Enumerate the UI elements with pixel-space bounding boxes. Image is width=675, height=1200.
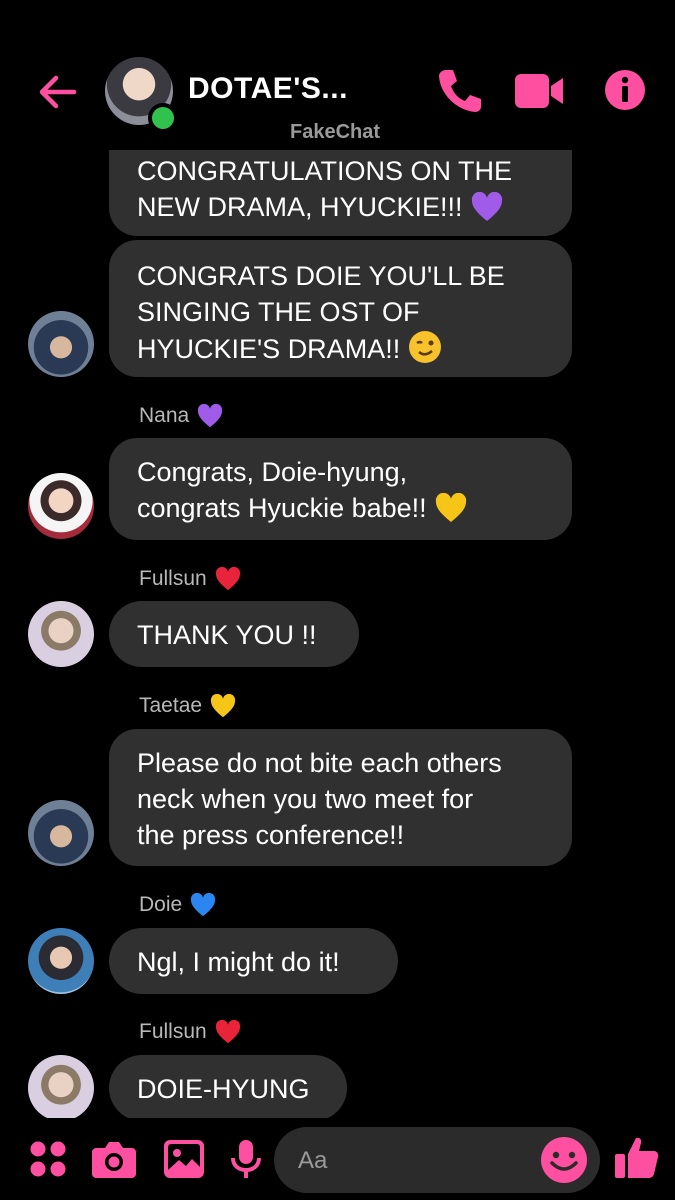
message-line: Congrats, Doie-hyung, — [137, 457, 408, 487]
avatar[interactable] — [28, 311, 94, 377]
online-status-icon — [148, 103, 178, 133]
camera-icon[interactable] — [92, 1140, 136, 1178]
message-bubble[interactable]: CONGRATS DOIE YOU'LL BE SINGING THE OST … — [109, 240, 572, 377]
message-bubble[interactable]: Ngl, I might do it! — [109, 928, 398, 994]
apps-icon[interactable] — [29, 1140, 67, 1178]
back-arrow-icon[interactable] — [34, 68, 82, 116]
avatar[interactable] — [28, 601, 94, 667]
gallery-icon[interactable] — [164, 1140, 204, 1178]
message-line: congrats Hyuckie babe!! — [137, 490, 544, 526]
phone-icon[interactable] — [436, 66, 482, 114]
chat-header: DOTAE'S... FakeChat — [0, 0, 675, 150]
message-line: CONGRATS DOIE YOU'LL BE — [137, 261, 505, 291]
sender-name: Fullsun — [139, 567, 241, 591]
info-icon[interactable] — [604, 69, 646, 111]
emoji-icon[interactable] — [539, 1135, 589, 1185]
microphone-icon[interactable] — [229, 1138, 263, 1180]
message-line: DOIE-HYUNG — [137, 1074, 310, 1104]
chat-area[interactable]: CONGRATULATIONS ON THE NEW DRAMA, HYUCKI… — [0, 0, 675, 1118]
like-icon[interactable] — [614, 1134, 660, 1180]
sender-name: Doie — [139, 893, 216, 917]
message-line: Please do not bite each others — [137, 748, 502, 778]
message-line: SINGING THE OST OF — [137, 297, 420, 327]
blue-heart-icon — [191, 893, 216, 917]
message-bubble[interactable]: Please do not bite each others neck when… — [109, 729, 572, 866]
message-bubble[interactable]: THANK YOU !! — [109, 601, 359, 667]
message-bubble[interactable]: DOIE-HYUNG — [109, 1055, 347, 1118]
video-icon[interactable] — [515, 74, 565, 108]
red-heart-icon — [215, 1020, 240, 1044]
message-composer[interactable] — [274, 1127, 600, 1193]
avatar[interactable] — [28, 800, 94, 866]
message-line: THANK YOU !! — [137, 620, 317, 650]
message-line: NEW DRAMA, HYUCKIE!!! — [137, 189, 544, 225]
avatar[interactable] — [28, 1055, 94, 1118]
yellow-heart-icon — [436, 493, 467, 522]
message-bubble[interactable]: Congrats, Doie-hyung, congrats Hyuckie b… — [109, 438, 572, 540]
chat-title[interactable]: DOTAE'S... — [188, 72, 348, 106]
message-line: CONGRATULATIONS ON THE — [137, 156, 513, 186]
sender-name: Nana — [139, 404, 223, 428]
sender-name: Fullsun — [139, 1020, 241, 1044]
message-line: neck when you two meet for — [137, 784, 474, 814]
avatar[interactable] — [28, 473, 94, 539]
red-heart-icon — [215, 567, 240, 591]
message-line: Ngl, I might do it! — [137, 947, 340, 977]
avatar[interactable] — [28, 928, 94, 994]
message-line: HYUCKIE'S DRAMA!! — [137, 330, 544, 367]
purple-heart-icon — [471, 192, 503, 221]
message-bubble[interactable]: CONGRATULATIONS ON THE NEW DRAMA, HYUCKI… — [109, 140, 572, 236]
yellow-heart-icon — [210, 694, 236, 718]
message-input[interactable] — [296, 1141, 530, 1181]
chat-subtitle: FakeChat — [290, 121, 381, 143]
winking-face-icon — [408, 331, 441, 363]
message-line: the press conference!! — [137, 820, 405, 850]
purple-heart-icon — [198, 404, 223, 428]
sender-name: Taetae — [139, 694, 236, 718]
